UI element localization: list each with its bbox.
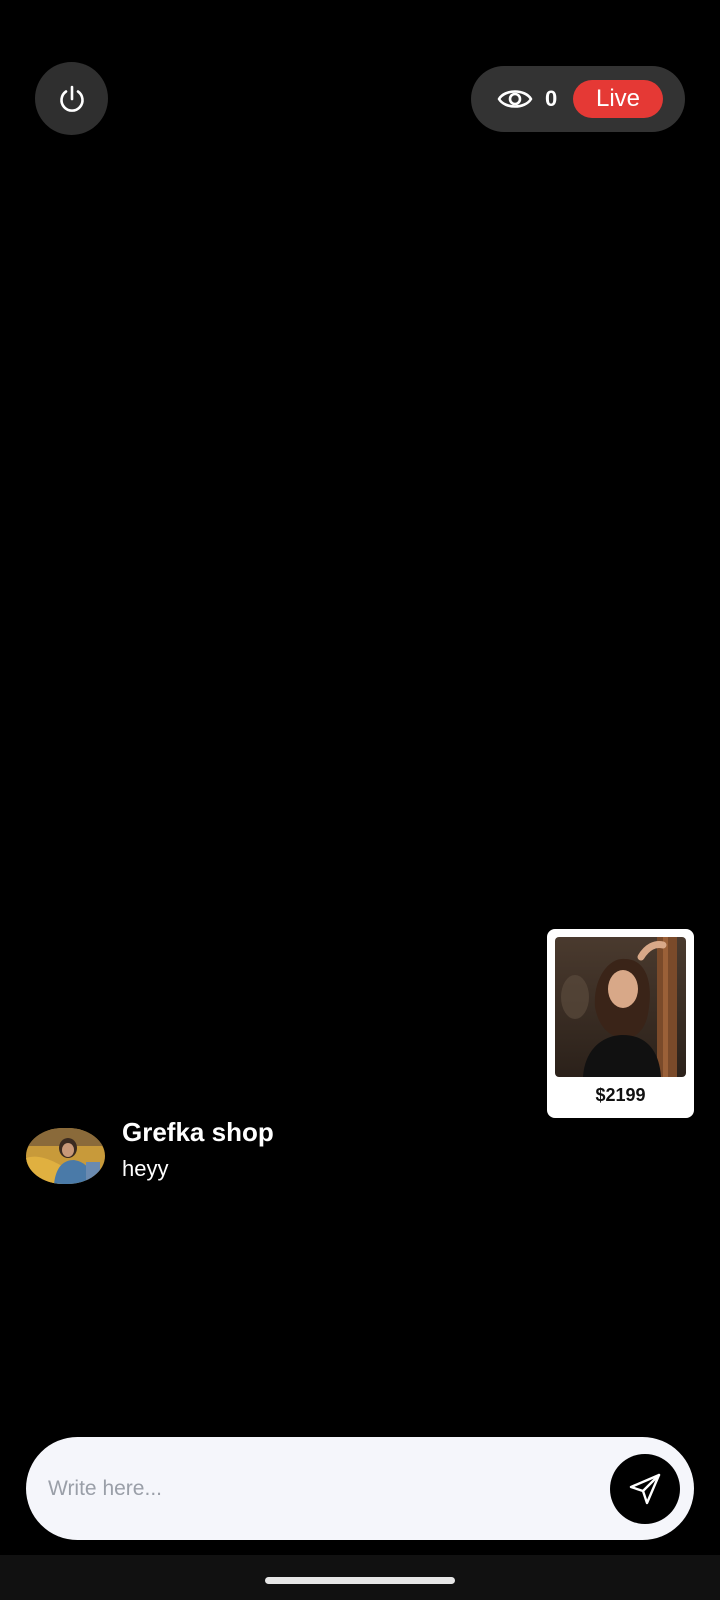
chat-username: Grefka shop (122, 1117, 274, 1147)
send-button[interactable] (610, 1454, 680, 1524)
live-stream-view: 0 Live $2199 Grefka shop heyy Write here… (0, 0, 720, 1555)
message-input[interactable] (46, 1463, 610, 1515)
viewer-count: 0 (545, 86, 558, 111)
product-price: $2199 (595, 1085, 646, 1105)
viewer-live-indicator: 0 Live (471, 66, 685, 132)
power-icon (59, 85, 84, 112)
home-indicator[interactable] (265, 1577, 455, 1584)
live-badge: Live (573, 80, 663, 118)
product-card[interactable]: $2199 (547, 929, 694, 1118)
product-image (555, 937, 686, 1077)
send-icon (629, 1473, 661, 1505)
end-stream-button[interactable] (35, 62, 108, 135)
avatar (26, 1128, 105, 1184)
message-composer (26, 1437, 694, 1540)
chat-message-text: heyy (122, 1156, 169, 1181)
eye-icon (497, 90, 533, 108)
